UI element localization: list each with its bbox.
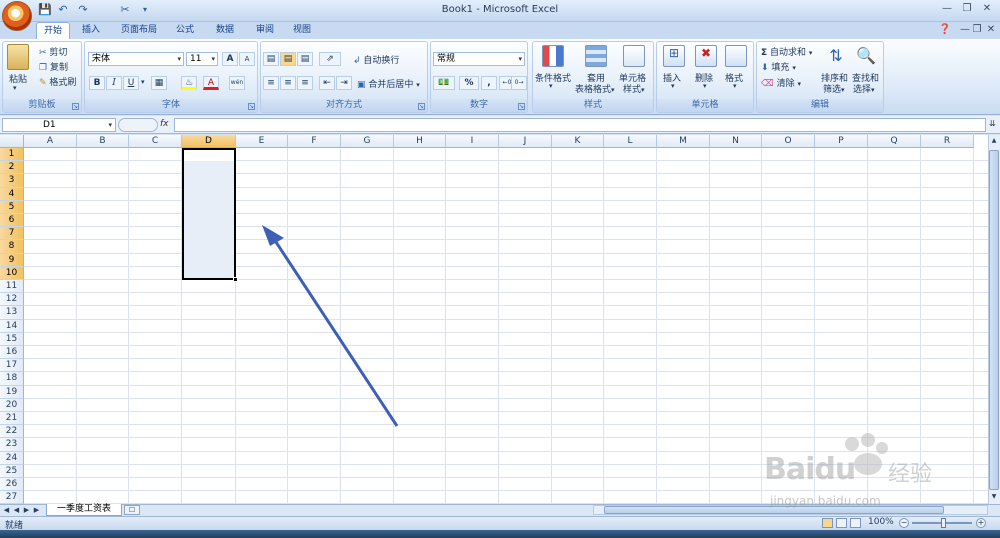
prev-sheet-icon[interactable]: ◀ xyxy=(12,505,21,515)
watermark-cn: 经验 xyxy=(888,462,933,487)
first-sheet-icon[interactable]: ◀ xyxy=(2,505,11,515)
taskbar xyxy=(0,530,1000,538)
office-button[interactable] xyxy=(2,1,32,31)
baidu-watermark: Baidu 经验 jingyan.baidu.com xyxy=(760,430,960,520)
last-sheet-icon[interactable]: ▶ xyxy=(32,505,41,515)
arrow-shaft xyxy=(270,235,399,427)
sheet-tab-1[interactable]: 一季度工资表 xyxy=(46,504,122,516)
vertical-scroll-thumb[interactable] xyxy=(989,150,999,490)
scroll-up-icon[interactable]: ▲ xyxy=(989,137,999,147)
watermark-brand: Baidu xyxy=(764,452,856,487)
next-sheet-icon[interactable]: ▶ xyxy=(22,505,31,515)
arrow-head xyxy=(262,225,284,246)
insert-sheet-icon[interactable]: ☐ xyxy=(124,505,140,515)
watermark-url: jingyan.baidu.com xyxy=(770,494,881,508)
zoom-in-icon[interactable]: + xyxy=(976,518,986,528)
scroll-down-icon[interactable]: ▼ xyxy=(989,493,999,503)
